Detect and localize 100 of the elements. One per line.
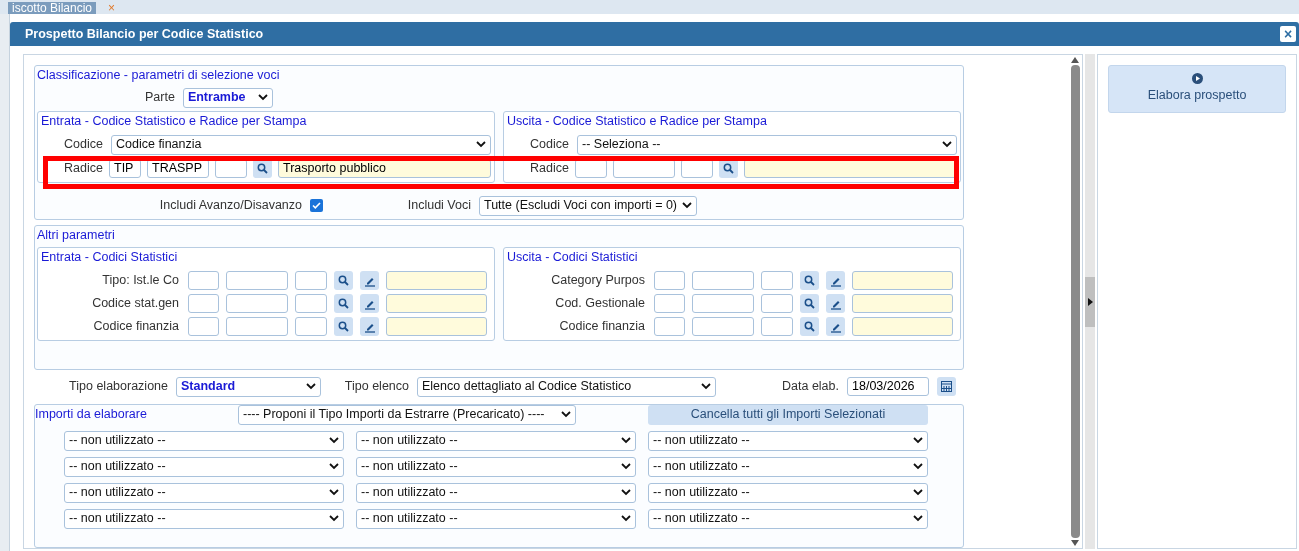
dropdown-select[interactable]: -- non utilizzato -- — [64, 430, 344, 451]
input-field[interactable] — [654, 271, 685, 290]
search-icon — [338, 321, 349, 332]
chevron-down-icon — [329, 437, 339, 444]
chevron-down-icon — [913, 463, 923, 470]
chevron-down-icon — [621, 437, 631, 444]
search-icon — [257, 162, 268, 174]
dropdown-select[interactable]: Elenco dettagliato al Codice Statistico — [417, 376, 716, 397]
edit-button[interactable] — [826, 294, 845, 313]
elabora-button[interactable]: Elabora prospetto — [1108, 65, 1286, 113]
edit-button[interactable] — [360, 271, 379, 290]
edit-button[interactable] — [360, 294, 379, 313]
description-field[interactable] — [386, 317, 487, 336]
dropdown-select[interactable]: Entrambe — [182, 87, 273, 108]
input-field[interactable] — [692, 317, 754, 336]
chevron-down-icon — [329, 489, 339, 496]
calendar-button[interactable] — [937, 377, 956, 396]
dropdown-select[interactable]: -- non utilizzato -- — [648, 508, 928, 529]
dropdown-select[interactable]: -- non utilizzato -- — [356, 482, 636, 503]
chevron-down-icon — [913, 489, 923, 496]
input-field[interactable] — [226, 271, 288, 290]
edit-button[interactable] — [826, 317, 845, 336]
dropdown-select[interactable]: -- Seleziona -- — [577, 134, 957, 155]
section-title: Uscita - Codice Statistico e Radice per Stampa — [507, 112, 768, 130]
field-label: Data elab. — [781, 378, 839, 396]
clear-button[interactable]: Cancella tutti gli Importi Selezionati — [648, 404, 928, 425]
close-button[interactable]: × — [1280, 26, 1296, 42]
checkbox[interactable] — [310, 199, 323, 212]
dropdown-select[interactable]: -- non utilizzato -- — [64, 508, 344, 529]
dropdown-select[interactable]: -- non utilizzato -- — [356, 456, 636, 477]
dropdown-select[interactable]: -- non utilizzato -- — [648, 456, 928, 477]
input-field[interactable] — [692, 271, 754, 290]
input-field[interactable] — [761, 294, 793, 313]
input-field[interactable] — [295, 271, 327, 290]
search-button[interactable] — [334, 317, 353, 336]
description-field[interactable] — [386, 294, 487, 313]
search-icon — [804, 321, 815, 332]
dropdown-select[interactable]: -- non utilizzato -- — [356, 508, 636, 529]
search-icon — [338, 298, 349, 309]
dropdown-select[interactable]: Codice finanzia — [111, 134, 491, 155]
field-label: Category Purpos — [550, 272, 645, 290]
description-field[interactable] — [852, 317, 953, 336]
dropdown-select[interactable]: -- non utilizzato -- — [356, 430, 636, 451]
dropdown-select[interactable]: ---- Proponi il Tipo Importi da Estrarre (Precaricato) ---- — [238, 404, 576, 425]
search-icon — [804, 275, 815, 286]
input-field[interactable] — [188, 317, 219, 336]
scroll-up-icon[interactable] — [1071, 57, 1079, 63]
chevron-down-icon — [682, 202, 692, 209]
chevron-down-icon — [913, 437, 923, 444]
input-field[interactable] — [188, 294, 219, 313]
chevron-down-icon — [621, 489, 631, 496]
input-field[interactable] — [226, 317, 288, 336]
section-title: Altri parametri — [37, 226, 116, 244]
input-field[interactable] — [226, 294, 288, 313]
window-title: Prospetto Bilancio per Codice Statistico — [25, 25, 264, 43]
calendar-icon — [941, 381, 952, 392]
chevron-down-icon — [329, 463, 339, 470]
scroll-thumb[interactable] — [1070, 65, 1080, 538]
input-field[interactable] — [692, 294, 754, 313]
input-field[interactable]: 18/03/2026 — [847, 377, 929, 396]
dropdown-select[interactable]: -- non utilizzato -- — [648, 482, 928, 503]
field-label: Codice stat.gen — [91, 295, 179, 313]
section-title: Uscita - Codici Statistici — [507, 249, 639, 267]
field-label: Tipo: Ist.le Co — [101, 272, 179, 290]
chevron-down-icon — [306, 383, 316, 390]
input-field[interactable] — [295, 317, 327, 336]
edit-button[interactable] — [360, 317, 379, 336]
splitter[interactable] — [1085, 54, 1095, 549]
section-title: Classificazione - parametri di selezione voci — [37, 67, 281, 84]
input-field[interactable] — [761, 317, 793, 336]
chevron-down-icon — [329, 515, 339, 522]
search-button[interactable] — [334, 271, 353, 290]
chevron-down-icon — [701, 383, 711, 390]
check-icon — [312, 201, 321, 210]
chevron-down-icon — [561, 411, 571, 418]
field-label: Parte — [145, 89, 175, 107]
input-field[interactable] — [654, 317, 685, 336]
input-field[interactable] — [188, 271, 219, 290]
dropdown-select[interactable]: Standard — [176, 376, 321, 397]
edit-button[interactable] — [826, 271, 845, 290]
field-label: Codice finanzia — [558, 318, 645, 336]
input-field[interactable] — [654, 294, 685, 313]
field-label: Codice finanzia — [92, 318, 179, 336]
search-button[interactable] — [334, 294, 353, 313]
input-field[interactable] — [295, 294, 327, 313]
dropdown-select[interactable]: -- non utilizzato -- — [64, 456, 344, 477]
field-label: Includi Voci — [406, 197, 471, 215]
chevron-down-icon — [476, 141, 486, 148]
dropdown-select[interactable]: -- non utilizzato -- — [648, 430, 928, 451]
dropdown-select[interactable]: Tutte (Escludi Voci con importi = 0) — [479, 195, 697, 216]
dropdown-select[interactable]: -- non utilizzato -- — [64, 482, 344, 503]
search-button[interactable] — [800, 294, 819, 313]
scroll-down-icon[interactable] — [1071, 540, 1079, 546]
input-field[interactable] — [761, 271, 793, 290]
description-field[interactable] — [852, 271, 953, 290]
description-field[interactable] — [386, 271, 487, 290]
search-button[interactable] — [800, 271, 819, 290]
description-field[interactable] — [852, 294, 953, 313]
search-button[interactable] — [800, 317, 819, 336]
field-label: Cod. Gestionale — [554, 295, 645, 313]
